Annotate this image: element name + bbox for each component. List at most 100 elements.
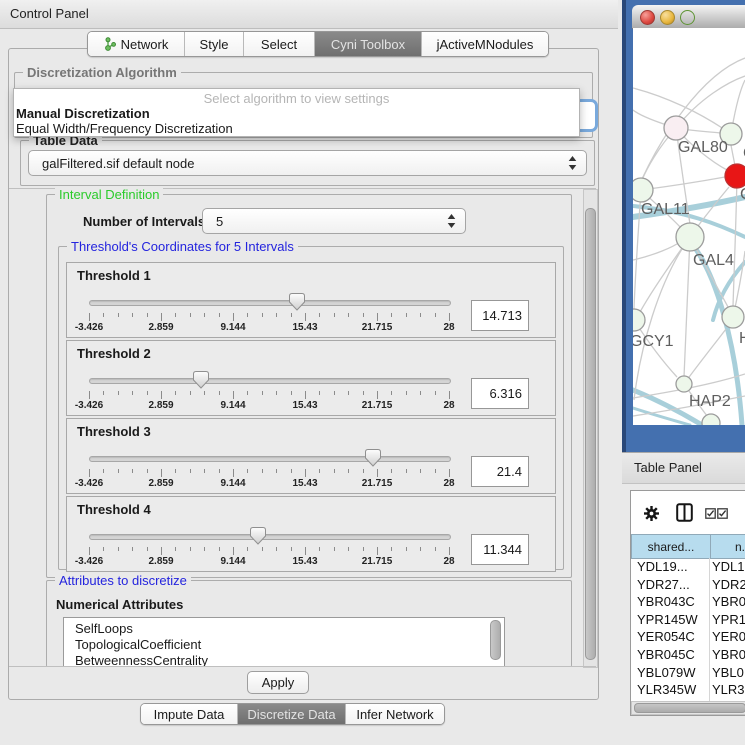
threshold-value-field[interactable]: 14.713 <box>471 300 529 331</box>
network-node-gal80[interactable] <box>664 116 688 140</box>
slider-tick <box>291 313 292 317</box>
tab-style[interactable]: Style <box>185 32 244 56</box>
checkbox-checked-icon[interactable] <box>705 506 716 524</box>
slider-tick <box>204 469 205 473</box>
slider-tick <box>377 469 378 477</box>
network-canvas[interactable]: GAL80GCGAL11GAL4GCY1HHAP2 <box>633 28 745 425</box>
network-node-label: GAL11 <box>641 201 690 218</box>
slider-tick <box>118 391 119 395</box>
table-row-cell[interactable]: YER0 <box>712 629 745 644</box>
slider-tick-label: 15.43 <box>292 556 317 567</box>
tab-label: jActiveMNodules <box>437 37 534 52</box>
split-view-icon[interactable] <box>676 503 693 527</box>
network-node-node-h[interactable] <box>722 306 744 328</box>
dropdown-option-equal-width-frequency[interactable]: Equal Width/Frequency Discretization <box>16 121 233 136</box>
table-row-cell[interactable]: YDR27... <box>637 577 690 592</box>
tab-cyni-toolbox[interactable]: Cyni Toolbox <box>315 32 422 56</box>
attributes-list-scrollbar[interactable] <box>490 620 501 660</box>
slider-tick <box>391 469 392 473</box>
dropdown-option-manual-discretization[interactable]: Manual Discretization <box>16 106 150 121</box>
network-edge[interactable] <box>633 242 680 260</box>
column-header-shared-name[interactable]: shared... <box>631 534 711 559</box>
slider-tick <box>334 547 335 551</box>
threshold-value-field[interactable]: 11.344 <box>471 534 529 565</box>
network-node-gal4[interactable] <box>676 223 704 251</box>
network-edge[interactable] <box>684 237 690 377</box>
tab-jactivemnodules[interactable]: jActiveMNodules <box>422 32 548 56</box>
numerical-attributes-label: Numerical Attributes <box>56 597 183 612</box>
threshold-slider-track[interactable] <box>89 456 451 462</box>
table-row-cell[interactable]: YBR0 <box>712 594 745 609</box>
network-node-gal11[interactable] <box>633 178 653 202</box>
group-title: Threshold's Coordinates for 5 Intervals <box>67 239 298 254</box>
list-item-selfloops[interactable]: SelfLoops <box>75 621 133 636</box>
threshold-slider-thumb[interactable] <box>192 370 210 390</box>
slider-tick <box>247 313 248 317</box>
slider-tick <box>175 391 176 395</box>
threshold-slider-thumb[interactable] <box>364 448 382 468</box>
threshold-slider-thumb[interactable] <box>249 526 267 546</box>
table-row-cell[interactable]: YPR145W <box>637 612 698 627</box>
table-row-cell[interactable]: YLR345W <box>637 682 696 697</box>
list-item-betweennesscentrality[interactable]: BetweennessCentrality <box>75 653 208 667</box>
panel-scrollbar-thumb[interactable] <box>585 208 596 660</box>
slider-tick <box>89 313 90 321</box>
table-hscrollbar-thumb[interactable] <box>634 703 745 713</box>
number-of-intervals-spinner[interactable]: 5 <box>202 208 466 234</box>
network-edge[interactable] <box>642 58 745 179</box>
table-row-cell[interactable]: YER054C <box>637 629 695 644</box>
network-node-red-node[interactable] <box>725 164 745 188</box>
threshold-value-field[interactable]: 6.316 <box>471 378 529 409</box>
network-edge[interactable] <box>733 176 737 306</box>
slider-tick <box>132 313 133 317</box>
table-row-cell[interactable]: YBL0 <box>712 665 744 680</box>
threshold-slider-thumb[interactable] <box>288 292 306 312</box>
table-row-cell[interactable]: YBR0 <box>712 647 745 662</box>
table-row-cell[interactable]: YDL19... <box>637 559 688 574</box>
attributes-list[interactable]: SelfLoopsTopologicalCoefficientBetweenne… <box>63 617 505 667</box>
minimize-traffic-light[interactable] <box>660 10 675 25</box>
table-hscrollbar-track[interactable] <box>631 701 745 715</box>
threshold-slider-track[interactable] <box>89 534 451 540</box>
slider-tick <box>406 469 407 473</box>
slider-tick <box>89 547 90 555</box>
slider-tick <box>276 313 277 317</box>
table-row-cell[interactable]: YBR045C <box>637 647 695 662</box>
network-node-hap2[interactable] <box>676 376 692 392</box>
network-node-bottom-node[interactable] <box>702 414 720 425</box>
tab-discretize-data[interactable]: Discretize Data <box>238 704 346 724</box>
table-row-cell[interactable]: YBR043C <box>637 594 695 609</box>
apply-button[interactable]: Apply <box>247 671 309 694</box>
tab-network[interactable]: Network <box>88 32 185 56</box>
threshold-slider-track[interactable] <box>89 378 451 384</box>
list-item-topologicalcoefficient[interactable]: TopologicalCoefficient <box>75 637 201 652</box>
table-data-combobox[interactable]: galFiltered.sif default node <box>28 150 587 176</box>
table-row-cell[interactable]: YLR3 <box>712 682 745 697</box>
network-node-gcy1[interactable] <box>633 309 645 331</box>
slider-tick-label: 21.715 <box>362 322 393 333</box>
tab-impute-data[interactable]: Impute Data <box>141 704 238 724</box>
tab-select[interactable]: Select <box>244 32 315 56</box>
network-edge[interactable] <box>684 329 726 384</box>
table-row-cell[interactable]: YBL079W <box>637 665 696 680</box>
network-graph[interactable]: GAL80GCGAL11GAL4GCY1HHAP2 <box>633 28 745 425</box>
close-traffic-light[interactable] <box>640 10 655 25</box>
network-node-label: C <box>740 186 745 203</box>
slider-tick <box>233 391 234 399</box>
slider-tick <box>348 469 349 473</box>
slider-tick <box>420 547 421 551</box>
slider-tick <box>363 547 364 551</box>
slider-tick <box>348 391 349 395</box>
threshold-value-field[interactable]: 21.4 <box>471 456 529 487</box>
table-row-cell[interactable]: YDL1 <box>712 559 745 574</box>
gear-icon[interactable] <box>643 505 660 527</box>
table-row-cell[interactable]: YPR1 <box>712 612 745 627</box>
checkbox-checked-icon[interactable] <box>717 506 728 524</box>
threshold-slider-track[interactable] <box>89 300 451 306</box>
table-row-cell[interactable]: YDR2 <box>712 577 745 592</box>
column-header-name[interactable]: n... <box>710 534 745 559</box>
zoom-traffic-light[interactable] <box>680 10 695 25</box>
network-window-titlebar[interactable] <box>632 5 745 29</box>
slider-tick <box>435 547 436 551</box>
tab-infer-network[interactable]: Infer Network <box>346 704 444 724</box>
